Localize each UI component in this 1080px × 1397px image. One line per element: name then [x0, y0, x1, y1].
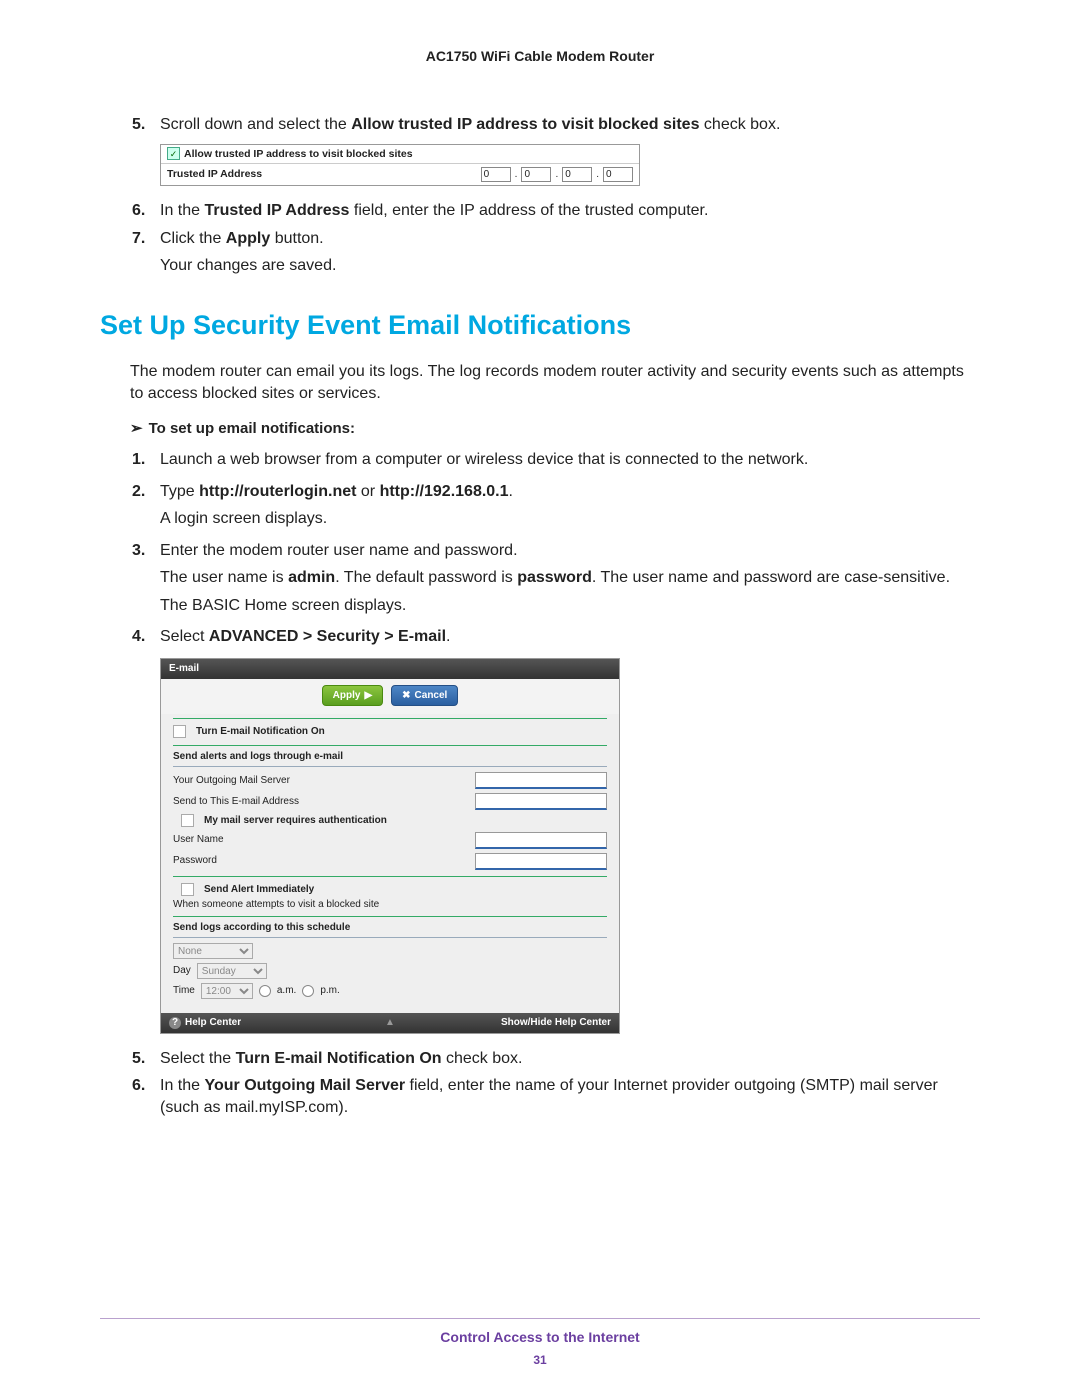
allow-trusted-checkbox[interactable]: ✓: [167, 147, 180, 160]
apply-button[interactable]: Apply ▶: [322, 685, 383, 707]
day-label: Day: [173, 964, 191, 978]
step2-5: 5. Select the Turn E-mail Notification O…: [160, 1048, 980, 1070]
help-icon: ?: [169, 1017, 181, 1029]
username-input[interactable]: [475, 832, 607, 849]
trusted-ip-label: Trusted IP Address: [167, 167, 477, 181]
ip-octet-2[interactable]: 0: [521, 167, 551, 183]
turn-email-on-checkbox[interactable]: [173, 725, 186, 738]
cancel-x-icon: ✖: [402, 689, 410, 703]
task-arrow-icon: ➢: [130, 419, 143, 439]
time-label: Time: [173, 984, 195, 998]
section-heading: Set Up Security Event Email Notification…: [100, 307, 980, 343]
send-alert-imm-label: Send Alert Immediately: [204, 883, 314, 897]
show-hide-help-link[interactable]: Show/Hide Help Center: [405, 1016, 611, 1030]
when-blocked-label: When someone attempts to visit a blocked…: [173, 898, 607, 912]
step2-4: 4. Select ADVANCED > Security > E-mail.: [160, 626, 980, 648]
turn-email-on-label: Turn E-mail Notification On: [196, 725, 325, 739]
outgoing-server-input[interactable]: [475, 772, 607, 789]
time-select[interactable]: 12:00: [201, 983, 253, 999]
schedule-header: Send logs according to this schedule: [173, 921, 607, 939]
allow-trusted-label: Allow trusted IP address to visit blocke…: [184, 147, 633, 161]
send-to-label: Send to This E-mail Address: [173, 795, 469, 809]
auth-checkbox[interactable]: [181, 814, 194, 827]
ip-octet-4[interactable]: 0: [603, 167, 633, 183]
step2-1: 1. Launch a web browser from a computer …: [160, 449, 980, 471]
task-lead: ➢To set up email notifications:: [130, 419, 980, 439]
send-to-input[interactable]: [475, 793, 607, 810]
step-6: 6. In the Trusted IP Address field, ente…: [160, 200, 980, 222]
step-7: 7. Click the Apply button. Your changes …: [160, 228, 980, 277]
apply-arrow-icon: ▶: [364, 689, 372, 703]
panel-title: E-mail: [161, 659, 619, 679]
step2-6: 6. In the Your Outgoing Mail Server fiel…: [160, 1075, 980, 1118]
password-input[interactable]: [475, 853, 607, 870]
am-radio[interactable]: [259, 985, 271, 997]
schedule-mode-select[interactable]: None: [173, 943, 253, 959]
trusted-ip-screenshot: ✓ Allow trusted IP address to visit bloc…: [160, 144, 640, 187]
footer-rule: [100, 1318, 980, 1319]
step2-3: 3. Enter the modem router user name and …: [160, 540, 980, 617]
ip-octet-3[interactable]: 0: [562, 167, 592, 183]
page-header: AC1750 WiFi Cable Modem Router: [100, 48, 980, 64]
footer-title: Control Access to the Internet: [0, 1329, 1080, 1345]
step2-2: 2. Type http://routerlogin.net or http:/…: [160, 481, 980, 530]
expand-icon[interactable]: ▲: [375, 1016, 405, 1030]
step-7-result: Your changes are saved.: [160, 255, 980, 277]
step-5: 5. Scroll down and select the Allow trus…: [160, 114, 980, 136]
section-intro: The modem router can email you its logs.…: [130, 361, 980, 404]
ip-octet-1[interactable]: 0: [481, 167, 511, 183]
cancel-button[interactable]: ✖ Cancel: [391, 685, 458, 707]
outgoing-server-label: Your Outgoing Mail Server: [173, 774, 469, 788]
pm-radio[interactable]: [302, 985, 314, 997]
page-number: 31: [0, 1353, 1080, 1367]
send-alerts-header: Send alerts and logs through e-mail: [173, 750, 607, 768]
email-panel-screenshot: E-mail Apply ▶ ✖ Cancel Turn E-mail Noti…: [160, 658, 620, 1034]
username-label: User Name: [173, 833, 469, 847]
day-select[interactable]: Sunday: [197, 963, 267, 979]
password-label: Password: [173, 854, 469, 868]
auth-label: My mail server requires authentication: [204, 814, 387, 828]
send-alert-imm-checkbox[interactable]: [181, 883, 194, 896]
help-center-label[interactable]: Help Center: [185, 1016, 241, 1030]
